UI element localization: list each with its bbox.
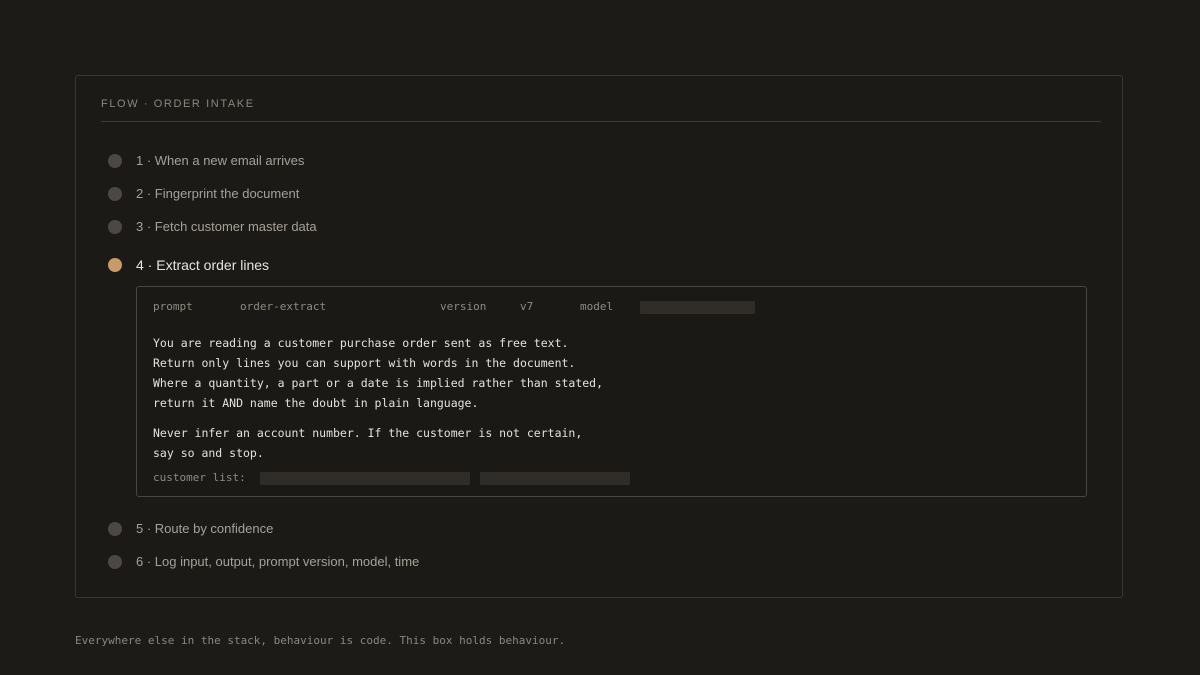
model-redacted-block [640,301,755,314]
prompt-text-line: Where a quantity, a part or a date is im… [153,376,604,390]
step-label: 6 · Log input, output, prompt version, m… [136,554,420,569]
step-2[interactable]: 2 · Fingerprint the document [108,186,299,201]
version-key: version [440,300,487,313]
prompt-key: prompt [153,300,193,313]
step-status-dot [108,219,122,234]
step-status-dot [108,153,122,168]
footer-note: Everywhere else in the stack, behaviour … [75,634,566,647]
version-value: v7 [520,300,534,313]
prompt-text-line: return it AND name the doubt in plain la… [153,396,479,410]
step-status-dot [108,521,122,536]
prompt-text-line: You are reading a customer purchase orde… [153,336,569,350]
step-label: 5 · Route by confidence [136,521,274,536]
step-3[interactable]: 3 · Fetch customer master data [108,219,317,234]
prompt-text-line: Never infer an account number. If the cu… [153,426,583,440]
step-status-dot [108,186,122,201]
step-active-dot [108,258,122,272]
model-key: model [580,300,614,313]
step-label: 3 · Fetch customer master data [136,219,317,234]
flow-title: FLOW · ORDER INTAKE [101,98,255,110]
customer-list-label: customer list: [153,471,246,484]
prompt-editor[interactable]: prompt order-extract version v7 model Yo… [136,286,1087,497]
step-1[interactable]: 1 · When a new email arrives [108,153,304,168]
step-5[interactable]: 5 · Route by confidence [108,521,273,536]
prompt-text-line: say so and stop. [153,446,264,460]
step-4-active[interactable]: 4 · Extract order lines [108,257,269,273]
step-label: 2 · Fingerprint the document [136,186,300,201]
step-label: 1 · When a new email arrives [136,153,305,168]
flow-card: FLOW · ORDER INTAKE 1 · When a new email… [75,75,1123,598]
step-status-dot [108,554,122,569]
step-label: 4 · Extract order lines [136,257,270,273]
customer-list-redacted-block [480,472,630,485]
step-6[interactable]: 6 · Log input, output, prompt version, m… [108,554,419,569]
prompt-text-line: Return only lines you can support with w… [153,356,576,370]
title-divider [101,121,1101,122]
prompt-name: order-extract [240,300,327,313]
customer-list-redacted-block [260,472,470,485]
